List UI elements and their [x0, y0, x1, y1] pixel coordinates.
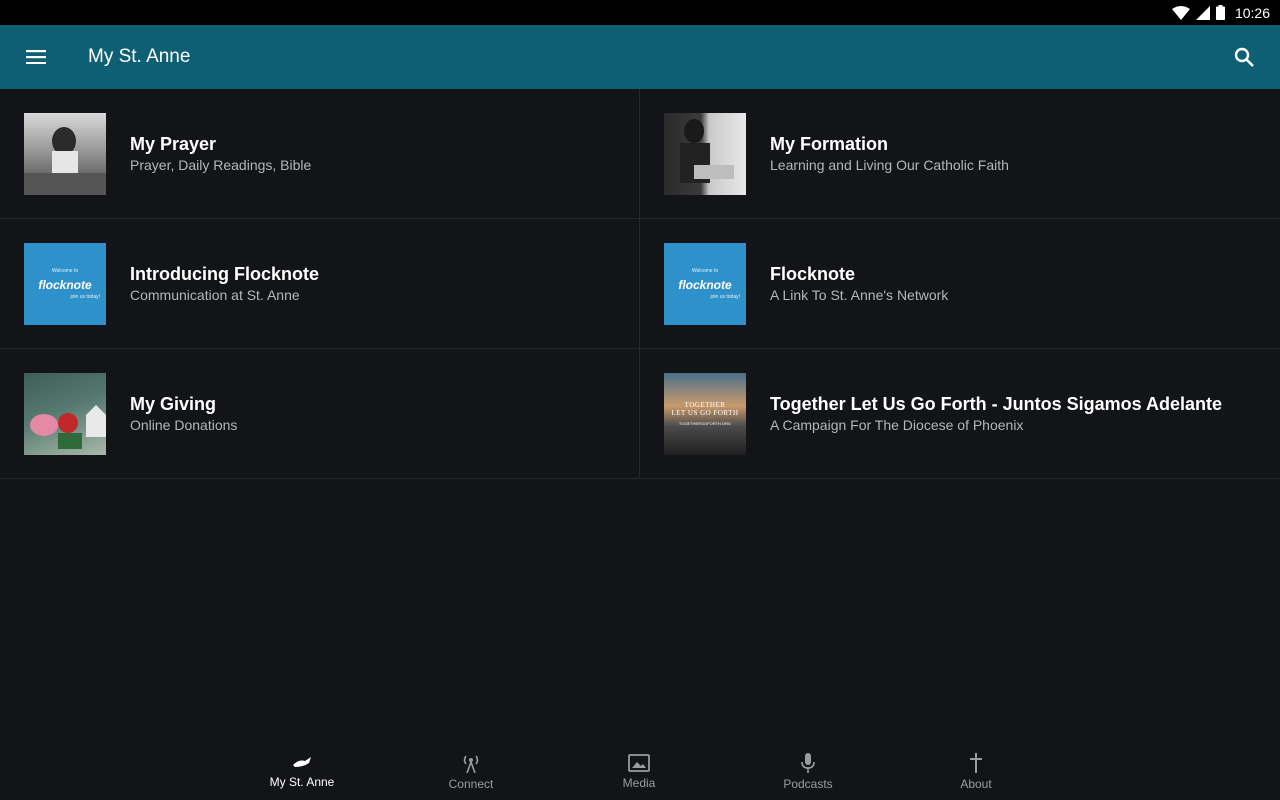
- page-title: My St. Anne: [88, 46, 191, 67]
- formation-thumbnail: [664, 112, 746, 195]
- tile-row: My Prayer Prayer, Daily Readings, Bible …: [0, 89, 1280, 219]
- tile-flocknote[interactable]: Welcome to flocknote join us today! Floc…: [640, 219, 1280, 348]
- hands-icon: [293, 757, 311, 767]
- app-bar: My St. Anne: [0, 25, 1280, 89]
- image-icon: [628, 754, 650, 772]
- tile-title: My Giving: [130, 393, 217, 414]
- tile-subtitle: A Campaign For The Diocese of Phoenix: [770, 416, 1024, 433]
- nav-podcasts[interactable]: Podcasts: [724, 744, 892, 800]
- tile-title: Together Let Us Go Forth - Juntos Sigamo…: [770, 393, 1223, 414]
- cross-icon: [970, 753, 982, 773]
- nav-about[interactable]: About: [892, 744, 1060, 800]
- nav-label: My St. Anne: [269, 775, 335, 789]
- tile-subtitle: Online Donations: [130, 416, 238, 433]
- battery-icon: [1215, 5, 1225, 20]
- nav-label: Podcasts: [783, 777, 833, 791]
- bottom-navigation: My St. Anne Connect Media Podcasts About: [0, 744, 1280, 800]
- giving-thumbnail: [24, 372, 106, 455]
- prayer-thumbnail: [24, 112, 106, 195]
- nav-media[interactable]: Media: [555, 744, 723, 800]
- status-bar: 10:26: [0, 0, 1280, 25]
- tile-title: My Prayer: [130, 133, 217, 154]
- menu-button[interactable]: [0, 25, 72, 89]
- tile-grid: My Prayer Prayer, Daily Readings, Bible …: [0, 89, 1280, 479]
- flocknote-thumbnail: Welcome to flocknote join us today!: [664, 242, 746, 325]
- nav-label: About: [960, 777, 992, 791]
- tile-my-prayer[interactable]: My Prayer Prayer, Daily Readings, Bible: [0, 89, 640, 218]
- flocknote-join-text: join us today!: [70, 293, 100, 300]
- signal-icon: [1195, 5, 1210, 20]
- tile-title: Introducing Flocknote: [130, 263, 319, 284]
- tile-together-let-us-go-forth[interactable]: TOGETHER LET US GO FORTH TOGETHERGOFORTH…: [640, 349, 1280, 478]
- flocknote-logo: flocknote: [678, 277, 732, 292]
- flocknote-thumbnail: Welcome to flocknote join us today!: [24, 242, 106, 325]
- flocknote-welcome-text: Welcome to: [691, 267, 719, 274]
- flocknote-welcome-text: Welcome to: [51, 267, 79, 274]
- hamburger-icon: [26, 50, 46, 64]
- microphone-icon: [801, 753, 815, 773]
- tile-introducing-flocknote[interactable]: Welcome to flocknote join us today! Intr…: [0, 219, 640, 348]
- nav-label: Media: [622, 776, 656, 790]
- tile-title: My Formation: [770, 133, 889, 154]
- search-icon: [1234, 47, 1254, 67]
- tile-my-giving[interactable]: My Giving Online Donations: [0, 349, 640, 478]
- together-logo-line2: LET US GO FORTH: [671, 409, 739, 417]
- flocknote-join-text: join us today!: [710, 293, 740, 300]
- together-thumbnail: TOGETHER LET US GO FORTH TOGETHERGOFORTH…: [664, 372, 746, 455]
- antenna-icon: [463, 755, 479, 773]
- tile-row: Welcome to flocknote join us today! Intr…: [0, 219, 1280, 349]
- wifi-icon: [1171, 5, 1190, 20]
- tile-row: My Giving Online Donations TOGETHER LET …: [0, 349, 1280, 479]
- together-url: TOGETHERGOFORTH.ORG: [678, 421, 732, 426]
- nav-label: Connect: [448, 777, 494, 791]
- tile-subtitle: Communication at St. Anne: [130, 286, 300, 303]
- tile-my-formation[interactable]: My Formation Learning and Living Our Cat…: [640, 89, 1280, 218]
- tile-title: Flocknote: [770, 263, 856, 284]
- search-button[interactable]: [1224, 37, 1264, 77]
- status-time: 10:26: [1234, 4, 1270, 21]
- together-logo: TOGETHER: [684, 401, 726, 409]
- tile-subtitle: Prayer, Daily Readings, Bible: [130, 156, 312, 173]
- flocknote-logo: flocknote: [38, 277, 92, 292]
- nav-my-st-anne[interactable]: My St. Anne: [218, 744, 386, 800]
- tile-subtitle: A Link To St. Anne's Network: [770, 286, 949, 303]
- tile-subtitle: Learning and Living Our Catholic Faith: [770, 156, 1009, 173]
- nav-connect[interactable]: Connect: [387, 744, 555, 800]
